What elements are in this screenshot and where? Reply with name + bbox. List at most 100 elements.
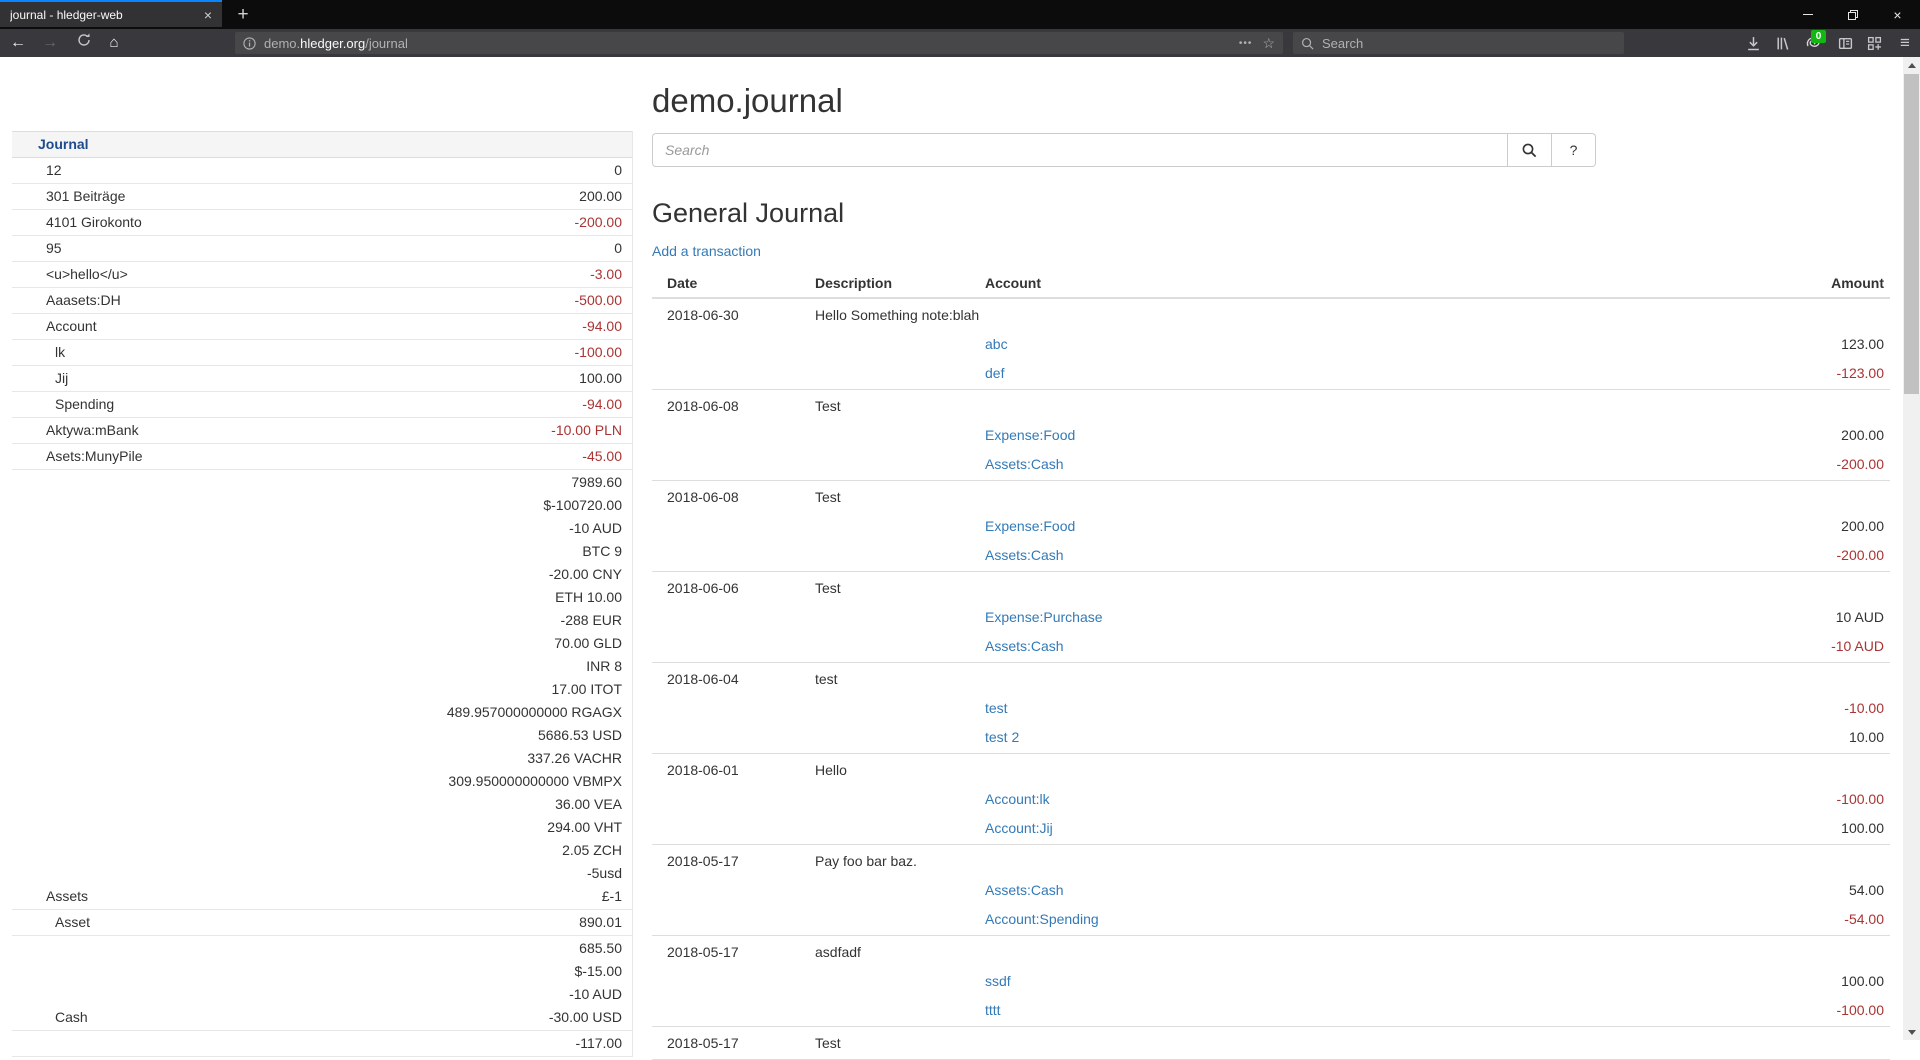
sidebar-account-list: 120301 Beiträge200.004101 Girokonto-200.…: [12, 158, 632, 1057]
balance-line: £-1: [447, 885, 622, 908]
search-help-button[interactable]: ?: [1552, 133, 1596, 167]
sidebar-account-balance: -3.00: [590, 262, 632, 287]
spacer: [652, 450, 815, 479]
sidebar-account-link[interactable]: Account: [12, 314, 582, 339]
page-actions-icon[interactable]: •••: [1239, 38, 1253, 49]
spacer: [815, 814, 985, 843]
menu-button[interactable]: ≡: [1891, 32, 1919, 54]
sidebar-account-link[interactable]: 301 Beiträge: [12, 184, 579, 209]
posting-account-link[interactable]: tttt: [985, 1002, 1001, 1018]
posting-account-link[interactable]: test: [985, 700, 1008, 716]
home-button[interactable]: ⌂: [100, 32, 128, 54]
spacer: [1680, 938, 1890, 967]
scroll-up-button[interactable]: [1903, 57, 1920, 73]
posting-account-link[interactable]: Assets:Cash: [985, 882, 1064, 898]
scrollbar-thumb[interactable]: [1904, 74, 1919, 394]
sidebar-account-link[interactable]: <u>hello</u>: [12, 262, 590, 287]
url-domain: hledger.org: [300, 36, 365, 51]
posting-account-link[interactable]: abc: [985, 336, 1008, 352]
balance-line: -3.00: [590, 263, 622, 286]
journal-search-input[interactable]: [652, 133, 1508, 167]
spacer: [1680, 756, 1890, 785]
sidebar-account-link[interactable]: [12, 1054, 576, 1056]
close-window-button[interactable]: ×: [1875, 0, 1920, 29]
sidebar-toggle-button[interactable]: [1831, 32, 1859, 54]
sidebar-account-link[interactable]: Cash: [12, 1005, 549, 1030]
sidebar-account-link[interactable]: Aaasets:DH: [12, 288, 575, 313]
downloads-button[interactable]: [1739, 32, 1767, 54]
minimize-button[interactable]: [1785, 0, 1830, 29]
sidebar-account-row: Assets7989.60$-100720.00-10 AUDBTC 9-20.…: [12, 470, 632, 910]
posting-account: ssdf: [985, 967, 1680, 996]
posting-account-link[interactable]: test 2: [985, 729, 1019, 745]
restore-button[interactable]: [1830, 0, 1875, 29]
posting-amount: 54.00: [1680, 876, 1890, 905]
sidebar-account-link[interactable]: lk: [12, 340, 575, 365]
reload-button[interactable]: [70, 32, 98, 54]
posting-account-link[interactable]: Account:Jij: [985, 820, 1053, 836]
bookmark-star-icon[interactable]: ☆: [1262, 35, 1275, 52]
posting-account-link[interactable]: Expense:Food: [985, 518, 1075, 534]
balance-line: -94.00: [582, 393, 622, 416]
sidebar-account-link[interactable]: Spending: [12, 392, 582, 417]
balance-line: -10.00 PLN: [551, 419, 622, 442]
posting-account-link[interactable]: Account:lk: [985, 791, 1050, 807]
back-button[interactable]: ←: [4, 32, 32, 54]
posting-account-link[interactable]: def: [985, 365, 1004, 381]
posting-account-link[interactable]: Expense:Purchase: [985, 609, 1103, 625]
sidebar-account-row: 301 Beiträge200.00: [12, 184, 632, 210]
browser-search-placeholder: Search: [1322, 36, 1363, 51]
sidebar-account-link[interactable]: 95: [12, 236, 614, 261]
posting-account: Assets:Cash: [985, 541, 1680, 570]
sidebar-account-link[interactable]: 4101 Girokonto: [12, 210, 575, 235]
posting-account-link[interactable]: Account:Spending: [985, 911, 1099, 927]
transaction-title-line: 2018-06-04test: [652, 665, 1890, 694]
journal-search-button[interactable]: [1508, 133, 1552, 167]
balance-line: 890.01: [579, 911, 622, 934]
transaction-date: 2018-06-30: [652, 301, 815, 330]
scroll-up-icon: [1908, 63, 1916, 68]
search-icon: [1301, 37, 1314, 50]
sidebar-account-link[interactable]: Assets: [12, 884, 447, 909]
posting-account-link[interactable]: Assets:Cash: [985, 547, 1064, 563]
page-scrollbar[interactable]: [1903, 57, 1920, 1040]
balance-line: -100.00: [575, 341, 622, 364]
forward-button[interactable]: →: [36, 32, 64, 54]
sidebar-account-balance: -10.00 PLN: [551, 418, 632, 443]
sidebar-journal-link[interactable]: Journal: [12, 131, 632, 158]
sidebar-account-link[interactable]: Asets:MunyPile: [12, 444, 582, 469]
sidebar-account-balance: 7989.60$-100720.00-10 AUDBTC 9-20.00 CNY…: [447, 470, 632, 909]
posting-line: Assets:Cash-200.00: [652, 450, 1890, 479]
posting-line: abc123.00: [652, 330, 1890, 359]
spacer: [985, 938, 1680, 967]
library-button[interactable]: [1768, 32, 1796, 54]
spacer: [652, 996, 815, 1025]
posting-account-link[interactable]: Assets:Cash: [985, 638, 1064, 654]
hamburger-menu-icon: ≡: [1900, 33, 1910, 53]
url-bar[interactable]: demo.hledger.org/journal ••• ☆: [235, 32, 1283, 54]
posting-account: Account:lk: [985, 785, 1680, 814]
browser-tab[interactable]: journal - hledger-web ×: [0, 0, 222, 27]
posting-account-link[interactable]: Expense:Food: [985, 427, 1075, 443]
posting-amount: 10.00: [1680, 723, 1890, 752]
sidebar-account-link[interactable]: Aktywa:mBank: [12, 418, 551, 443]
overflow-grid-button[interactable]: [1860, 32, 1888, 54]
scroll-down-button[interactable]: [1903, 1024, 1920, 1040]
spacer: [652, 541, 815, 570]
sidebar-account-link[interactable]: Asset: [12, 910, 579, 935]
journal-search-group: ?: [652, 133, 1596, 167]
add-transaction-link[interactable]: Add a transaction: [652, 243, 761, 259]
posting-account: Assets:Cash: [985, 876, 1680, 905]
posting-account-link[interactable]: ssdf: [985, 973, 1011, 989]
transaction-description: Pay foo bar baz.: [815, 847, 985, 876]
site-info-icon[interactable]: [243, 37, 256, 50]
tab-close-icon[interactable]: ×: [204, 7, 212, 23]
posting-line: tttt-100.00: [652, 996, 1890, 1025]
sidebar-account-link[interactable]: Jij: [12, 366, 579, 391]
browser-search-field[interactable]: Search: [1293, 32, 1624, 54]
posting-account-link[interactable]: Assets:Cash: [985, 456, 1064, 472]
extension-button[interactable]: 0: [1799, 32, 1827, 54]
sidebar-account-link[interactable]: 12: [12, 158, 614, 183]
sidebar-account-row: Spending-94.00: [12, 392, 632, 418]
new-tab-button[interactable]: +: [228, 2, 258, 29]
